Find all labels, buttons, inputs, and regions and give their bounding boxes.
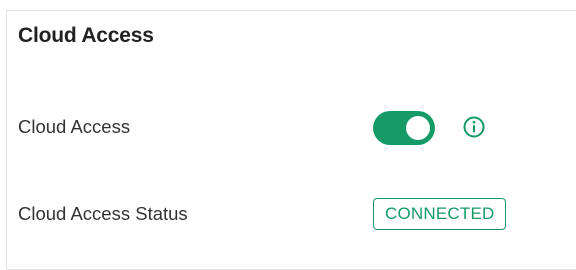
info-icon-svg xyxy=(463,116,485,138)
section-title: Cloud Access xyxy=(18,24,154,47)
status-badge: CONNECTED xyxy=(373,198,507,230)
cloud-access-toggle[interactable] xyxy=(373,111,435,145)
info-icon[interactable] xyxy=(462,115,486,139)
toggle-knob xyxy=(406,116,430,140)
cloud-access-label: Cloud Access xyxy=(18,116,131,137)
cloud-access-status-label: Cloud Access Status xyxy=(18,203,188,224)
cloud-access-panel xyxy=(6,10,576,270)
